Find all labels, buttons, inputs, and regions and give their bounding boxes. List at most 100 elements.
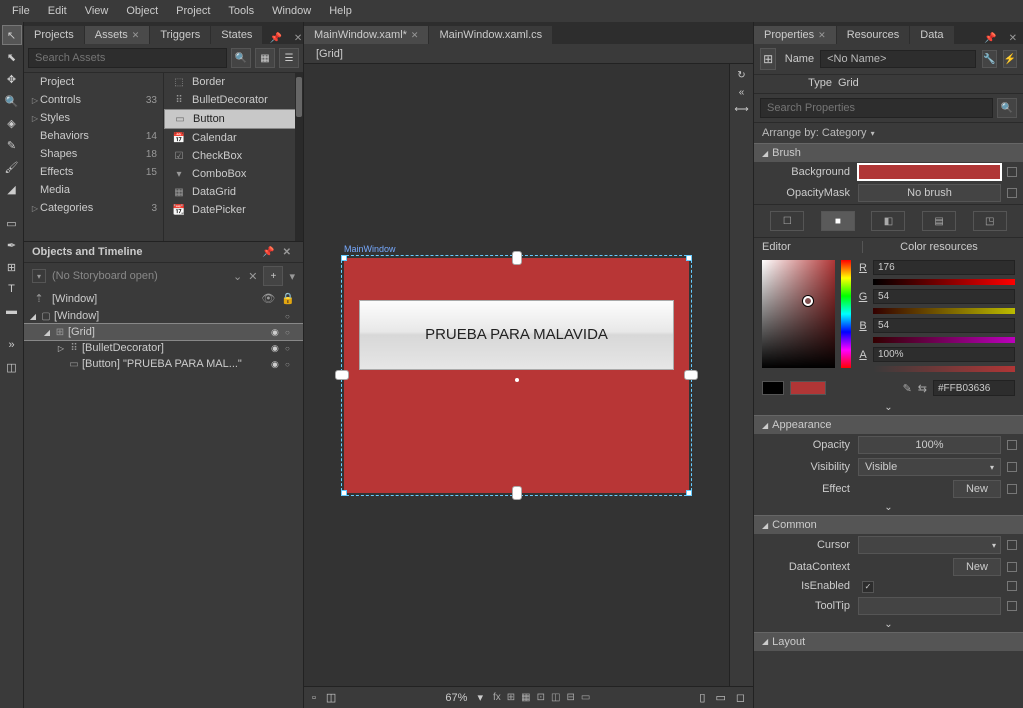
search-assets-input[interactable] — [28, 48, 227, 68]
background-swatch[interactable] — [858, 164, 1001, 180]
menu-object[interactable]: Object — [118, 3, 166, 19]
search-icon[interactable]: 🔍 — [231, 48, 251, 68]
ctrl-datagrid[interactable]: ▦DataGrid — [164, 183, 303, 201]
menu-edit[interactable]: Edit — [40, 3, 75, 19]
tab-projects[interactable]: Projects — [24, 26, 84, 44]
ctrl-checkbox[interactable]: ☑CheckBox — [164, 147, 303, 165]
tool-direct-select[interactable]: ⬉ — [3, 48, 21, 66]
prev-color-swatch[interactable] — [762, 381, 784, 395]
collapse-icon[interactable]: ⌄ — [233, 270, 242, 283]
close-icon[interactable]: ✕ — [248, 270, 257, 283]
close-icon[interactable]: ✕ — [132, 30, 140, 41]
tool-gradient[interactable]: ◢ — [3, 180, 21, 198]
current-color-swatch[interactable] — [790, 381, 826, 395]
menu-view[interactable]: View — [77, 3, 117, 19]
pin-icon[interactable]: 📌 — [978, 33, 1002, 44]
breadcrumb[interactable]: [Grid] — [304, 44, 753, 64]
tree-grid[interactable]: ◢⊞[Grid]◉○ — [24, 324, 303, 340]
expand-brush[interactable]: ⌄ — [754, 400, 1023, 415]
tool-grid[interactable]: ⊞ — [3, 258, 21, 276]
tool-zoom[interactable]: 🔍 — [3, 92, 21, 110]
tooltip-value[interactable] — [858, 597, 1001, 615]
property-marker[interactable] — [1007, 167, 1017, 177]
pin-icon[interactable]: 📌 — [263, 33, 287, 44]
cat-media[interactable]: Media — [24, 181, 163, 199]
design-only-icon[interactable]: ◻ — [736, 691, 745, 704]
expand-common[interactable]: ⌄ — [754, 617, 1023, 632]
view-list-icon[interactable]: ☰ — [279, 48, 299, 68]
b-input[interactable] — [873, 318, 1015, 333]
color-cursor[interactable] — [803, 296, 813, 306]
split-v-icon[interactable]: ▭ — [715, 691, 725, 704]
section-layout[interactable]: ◢Layout — [754, 632, 1023, 651]
handle-br[interactable] — [686, 490, 692, 496]
tree-window[interactable]: ◢▢[Window]○ — [24, 308, 303, 324]
menu-tools[interactable]: Tools — [220, 3, 262, 19]
r-input[interactable] — [873, 260, 1015, 275]
tree-bulletdecorator[interactable]: ▷⠿[BulletDecorator]◉○ — [24, 340, 303, 356]
cursor-value[interactable]: ▾ — [858, 536, 1001, 554]
ctrl-calendar[interactable]: 📅Calendar — [164, 129, 303, 147]
status-icon2[interactable]: ◫ — [326, 691, 336, 704]
menu-window[interactable]: Window — [264, 3, 319, 19]
tab-assets[interactable]: Assets✕ — [85, 26, 150, 44]
property-marker[interactable] — [1007, 462, 1017, 472]
hue-slider[interactable] — [841, 260, 851, 368]
snap-icon[interactable]: ⊡ — [537, 692, 545, 703]
ctrl-datepicker[interactable]: 📆DatePicker — [164, 201, 303, 219]
section-common[interactable]: ◢Common — [754, 515, 1023, 534]
cat-project[interactable]: Project — [24, 73, 163, 91]
opacity-value[interactable]: 100% — [858, 436, 1001, 454]
tool-chevron[interactable]: » — [3, 336, 21, 354]
doc-tab-cs[interactable]: MainWindow.xaml.cs — [429, 26, 552, 44]
visibility-value[interactable]: Visible▾ — [858, 458, 1001, 476]
close-icon[interactable]: ✕ — [279, 247, 295, 258]
scrollbar[interactable] — [295, 73, 303, 241]
handle-bottom[interactable] — [512, 486, 522, 500]
tab-triggers[interactable]: Triggers — [150, 26, 210, 44]
name-input[interactable] — [820, 50, 976, 68]
brush-none[interactable]: ☐ — [770, 211, 804, 231]
center-point[interactable] — [515, 378, 519, 382]
tool-paint[interactable]: 🖌 — [3, 158, 21, 176]
menu-project[interactable]: Project — [168, 3, 218, 19]
wrench-icon[interactable]: 🔧 — [982, 50, 996, 68]
show-swatches-icon[interactable]: ⇆ — [918, 382, 927, 395]
isenabled-checkbox[interactable]: ✓ — [862, 581, 874, 593]
more-icon[interactable]: ▾ — [289, 270, 295, 283]
section-appearance[interactable]: ◢Appearance — [754, 415, 1023, 434]
zoom-chevron-icon[interactable]: ▾ — [477, 691, 483, 704]
handle-top[interactable] — [512, 251, 522, 265]
grid-snap-icon[interactable]: ▦ — [521, 692, 530, 703]
property-marker[interactable] — [1007, 581, 1017, 591]
status-icon[interactable]: ▫ — [312, 692, 316, 704]
resources-label[interactable]: Color resources — [863, 241, 1015, 253]
ctrl-bulletdecorator[interactable]: ⠿BulletDecorator — [164, 91, 303, 109]
property-marker[interactable] — [1007, 540, 1017, 550]
align-icon[interactable]: ◫ — [551, 692, 560, 703]
a-input[interactable] — [873, 347, 1015, 362]
design-button-element[interactable]: PRUEBA PARA MALAVIDA — [359, 300, 674, 370]
rail-refresh-icon[interactable]: ↻ — [737, 70, 745, 81]
split-h-icon[interactable]: ▯ — [699, 691, 705, 704]
handle-left[interactable] — [335, 370, 349, 380]
cat-effects[interactable]: Effects15 — [24, 163, 163, 181]
rail-sizing-icon[interactable]: ⟷ — [734, 104, 748, 115]
opacitymask-value[interactable]: No brush — [858, 184, 1001, 202]
zoom-level[interactable]: 67% — [445, 692, 467, 704]
property-marker[interactable] — [1007, 601, 1017, 611]
cat-shapes[interactable]: Shapes18 — [24, 145, 163, 163]
brush-gradient[interactable]: ◧ — [871, 211, 905, 231]
effect-new-button[interactable]: New — [953, 480, 1001, 498]
pin-icon[interactable]: 📌 — [258, 247, 278, 258]
doc-tab-xaml[interactable]: MainWindow.xaml*✕ — [304, 26, 428, 44]
storyboard-chevron[interactable]: ▾ — [32, 269, 46, 283]
ctrl-border[interactable]: ⬚Border — [164, 73, 303, 91]
handle-tl[interactable] — [341, 255, 347, 261]
rail-collapse-icon[interactable]: « — [739, 87, 745, 98]
property-marker[interactable] — [1007, 440, 1017, 450]
view-grid-icon[interactable]: ▦ — [255, 48, 275, 68]
ctrl-combobox[interactable]: ▾ComboBox — [164, 165, 303, 183]
tab-data[interactable]: Data — [910, 26, 953, 44]
events-icon[interactable]: ⚡ — [1003, 50, 1017, 68]
